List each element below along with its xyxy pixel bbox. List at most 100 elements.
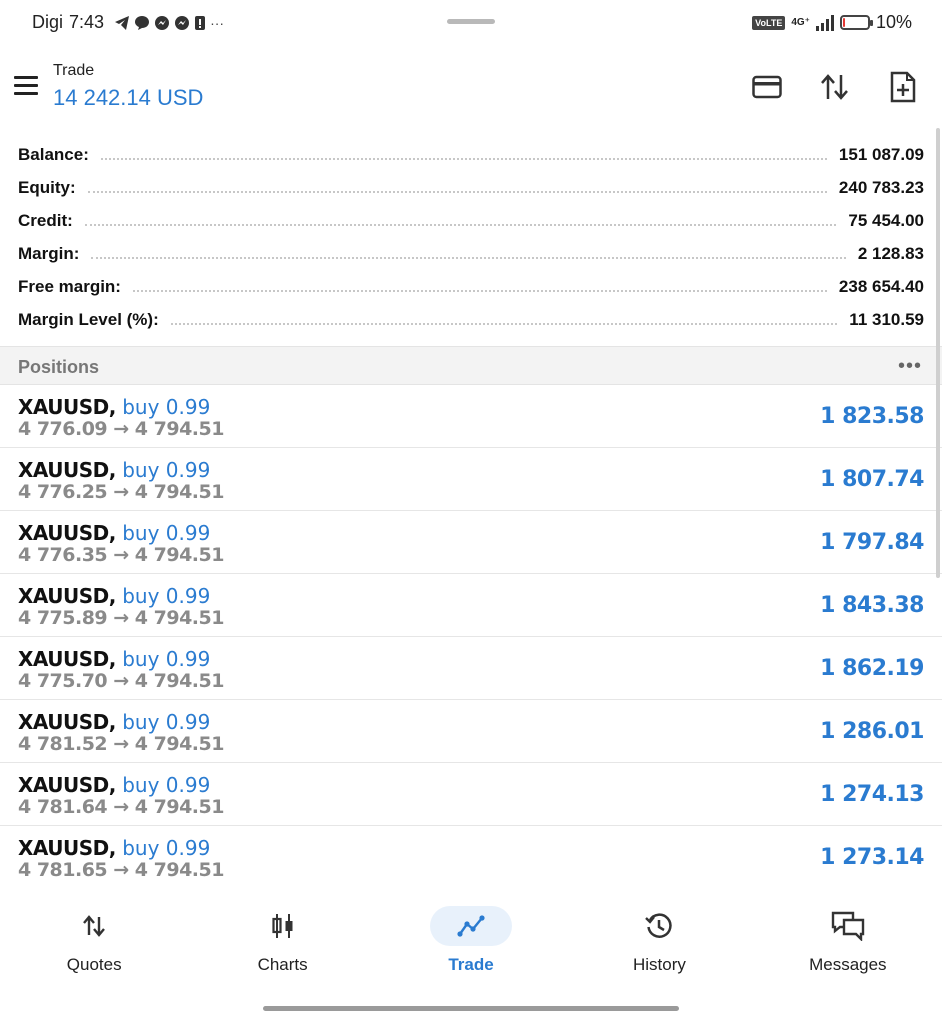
position-symbol: XAUUSD,	[18, 458, 116, 482]
dot-leader	[84, 223, 837, 226]
position-profit: 1 843.38	[820, 593, 924, 618]
nav-label: Quotes	[66, 955, 122, 974]
position-symbol: XAUUSD,	[18, 584, 116, 608]
position-prices: 4 781.65 → 4 794.51	[18, 859, 224, 881]
status-right: VoLTE 4G⁺ 10%	[752, 12, 912, 33]
position-profit: 1 807.74	[820, 467, 924, 492]
position-symbol: XAUUSD,	[18, 395, 116, 419]
dot-leader	[170, 322, 838, 325]
summary-label: Equity:	[18, 177, 76, 197]
position-side: buy 0.99	[122, 647, 211, 671]
position-profit: 1 862.19	[820, 656, 924, 681]
carrier-name: Digi	[32, 12, 64, 32]
signal-icon	[815, 14, 834, 31]
position-row[interactable]: XAUUSD, buy 0.99 4 781.64 → 4 794.51 1 2…	[0, 763, 942, 826]
summary-value: 75 454.00	[848, 210, 924, 230]
battery-percent: 10%	[875, 12, 912, 32]
position-profit: 1 797.84	[820, 530, 924, 555]
summary-label: Free margin:	[18, 276, 121, 296]
position-side: buy 0.99	[122, 710, 211, 734]
account-summary: Balance: 151 087.09 Equity: 240 783.23 C…	[0, 138, 942, 336]
notification-icons: ···	[114, 15, 224, 31]
nav-history[interactable]: History	[565, 900, 753, 990]
positions-list: XAUUSD, buy 0.99 4 776.09 → 4 794.51 1 8…	[0, 385, 942, 889]
page-title: Trade	[53, 62, 95, 79]
position-row[interactable]: XAUUSD, buy 0.99 4 781.65 → 4 794.51 1 2…	[0, 826, 942, 889]
scrollbar[interactable]	[936, 128, 940, 578]
menu-icon[interactable]	[14, 76, 38, 96]
summary-credit: Credit: 75 454.00	[0, 204, 942, 237]
dot-leader	[87, 190, 827, 193]
position-row[interactable]: XAUUSD, buy 0.99 4 775.70 → 4 794.51 1 8…	[0, 637, 942, 700]
new-order-button[interactable]	[886, 70, 920, 104]
summary-value: 2 128.83	[857, 243, 924, 263]
app-header: Trade 14 242.14 USD	[0, 52, 942, 122]
nav-charts[interactable]: Charts	[188, 900, 376, 990]
dot-leader	[132, 289, 827, 292]
position-side: buy 0.99	[122, 773, 211, 797]
summary-value: 240 783.23	[838, 177, 924, 197]
position-symbol: XAUUSD,	[18, 836, 116, 860]
nav-label: Trade	[448, 955, 494, 974]
nav-trade[interactable]: Trade	[377, 900, 565, 990]
clock: 7:43	[69, 12, 105, 32]
position-prices: 4 781.52 → 4 794.51	[18, 733, 224, 755]
deposit-button[interactable]	[750, 70, 784, 104]
sim-alert-icon	[195, 15, 206, 30]
position-prices: 4 775.89 → 4 794.51	[18, 607, 224, 629]
summary-margin-level: Margin Level (%): 11 310.59	[0, 303, 942, 336]
sort-arrows-icon	[821, 74, 848, 100]
nav-quotes[interactable]: Quotes	[0, 900, 188, 990]
position-profit: 1 823.58	[820, 404, 924, 429]
position-row[interactable]: XAUUSD, buy 0.99 4 776.09 → 4 794.51 1 8…	[0, 385, 942, 448]
position-side: buy 0.99	[122, 584, 211, 608]
position-profit: 1 286.01	[820, 719, 924, 744]
bottom-navigation: Quotes Charts Trade History Messages	[0, 900, 942, 990]
position-profit: 1 273.14	[820, 845, 924, 870]
summary-value: 151 087.09	[838, 144, 924, 164]
position-symbol: XAUUSD,	[18, 773, 116, 797]
drag-handle[interactable]	[447, 19, 495, 24]
summary-label: Margin Level (%):	[18, 309, 159, 329]
position-row[interactable]: XAUUSD, buy 0.99 4 775.89 → 4 794.51 1 8…	[0, 574, 942, 637]
messages-icon	[831, 911, 865, 941]
position-side: buy 0.99	[122, 458, 211, 482]
position-prices: 4 776.09 → 4 794.51	[18, 418, 224, 440]
trend-line-icon	[457, 915, 485, 937]
status-bar: Digi 7:43 ··· VoLTE 4G⁺ 10%	[0, 0, 942, 46]
volte-icon: VoLTE	[752, 15, 786, 30]
nav-label: History	[632, 955, 686, 974]
dot-leader	[100, 157, 827, 160]
status-left: Digi 7:43 ···	[32, 12, 224, 33]
header-balance: 14 242.14 USD	[53, 85, 204, 110]
header-actions	[750, 70, 920, 104]
chat-bubble-icon	[135, 15, 150, 30]
more-options-icon[interactable]: •••	[898, 355, 922, 378]
position-row[interactable]: XAUUSD, buy 0.99 4 776.25 → 4 794.51 1 8…	[0, 448, 942, 511]
position-side: buy 0.99	[122, 521, 211, 545]
summary-label: Credit:	[18, 210, 73, 230]
nav-messages[interactable]: Messages	[754, 900, 942, 990]
summary-equity: Equity: 240 783.23	[0, 171, 942, 204]
messenger-icon	[155, 15, 170, 30]
quotes-arrows-icon	[83, 915, 106, 937]
summary-value: 11 310.59	[849, 309, 924, 329]
summary-value: 238 654.40	[838, 276, 924, 296]
history-icon	[645, 913, 673, 938]
messenger-icon-2	[175, 15, 190, 30]
position-symbol: XAUUSD,	[18, 521, 116, 545]
nav-label: Charts	[257, 955, 308, 974]
summary-label: Margin:	[18, 243, 80, 263]
network-type: 4G⁺	[791, 17, 810, 28]
summary-balance: Balance: 151 087.09	[0, 138, 942, 171]
position-prices: 4 775.70 → 4 794.51	[18, 670, 224, 692]
position-row[interactable]: XAUUSD, buy 0.99 4 776.35 → 4 794.51 1 7…	[0, 511, 942, 574]
position-side: buy 0.99	[122, 395, 211, 419]
position-side: buy 0.99	[122, 836, 211, 860]
sort-button[interactable]	[818, 70, 852, 104]
card-icon	[752, 75, 782, 99]
home-indicator[interactable]	[263, 1006, 679, 1011]
position-symbol: XAUUSD,	[18, 647, 116, 671]
position-row[interactable]: XAUUSD, buy 0.99 4 781.52 → 4 794.51 1 2…	[0, 700, 942, 763]
summary-free-margin: Free margin: 238 654.40	[0, 270, 942, 303]
